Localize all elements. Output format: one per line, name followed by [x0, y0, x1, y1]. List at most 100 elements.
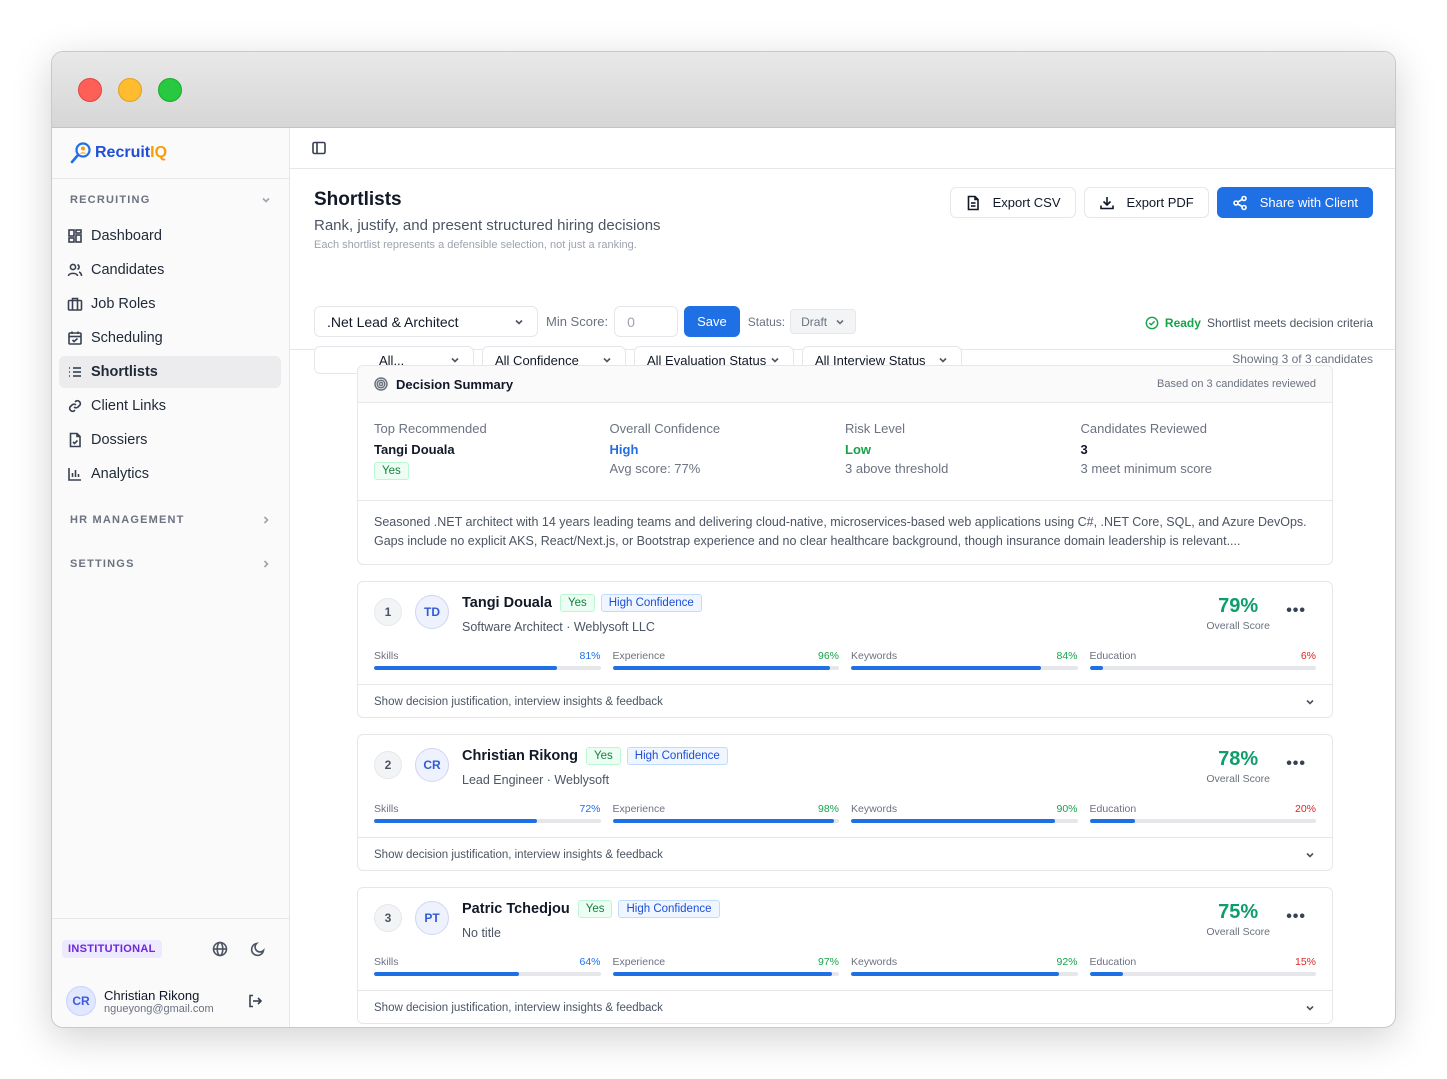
section-recruiting[interactable]: RECRUITING — [52, 182, 289, 218]
kpi-label: Risk Level — [845, 421, 905, 436]
target-icon — [374, 377, 388, 391]
sidebar-item-scheduling[interactable]: Scheduling — [59, 322, 281, 354]
export-csv-label: Export CSV — [992, 195, 1061, 210]
kpi-sub: Avg score: 77% — [609, 461, 701, 476]
minimize-window-button[interactable] — [118, 78, 142, 102]
metric-bar-fill — [612, 819, 835, 823]
ready-text: Shortlist meets decision criteria — [1206, 316, 1373, 330]
candidate-card: 2 CR Christian Rikong Yes High Confidenc… — [357, 734, 1333, 871]
min-score-input[interactable]: 0 — [614, 306, 679, 337]
metric-bar-fill — [851, 666, 1042, 670]
sidebar-item-client-links[interactable]: Client Links — [59, 390, 281, 422]
kpi-value: Low — [845, 442, 871, 457]
metric-bar-fill — [1089, 972, 1124, 976]
chevron-down-icon — [1306, 852, 1314, 858]
metric-bar — [374, 819, 601, 823]
maximize-window-button[interactable] — [158, 78, 182, 102]
sidebar-item-label: Analytics — [91, 466, 150, 482]
sidebar-item-dossiers[interactable]: Dossiers — [59, 424, 281, 456]
expand-justification-toggle[interactable]: Show decision justification, interview i… — [358, 685, 1332, 718]
chevron-right-icon — [263, 560, 269, 568]
logo-magnifier-icon — [70, 142, 91, 164]
section-hr-management[interactable]: HR MANAGEMENT — [52, 502, 289, 538]
section-settings[interactable]: SETTINGS — [52, 546, 289, 582]
metric-value: 81% — [579, 650, 601, 662]
sidebar-item-shortlists[interactable]: Shortlists — [59, 356, 281, 388]
candidate-rank: 2 — [374, 751, 402, 779]
app-window: RecruitIQ RECRUITING Dashboard Candidate… — [51, 51, 1396, 1028]
overall-score-value: 78% — [1218, 748, 1259, 770]
candidate-name[interactable]: Patric Tchedjou — [462, 901, 570, 917]
chevron-down-icon — [515, 319, 523, 325]
chart-icon — [68, 468, 81, 481]
sidebar-item-candidates[interactable]: Candidates — [59, 254, 281, 286]
more-options-icon[interactable]: ••• — [1286, 755, 1306, 773]
more-options-icon[interactable]: ••• — [1286, 908, 1306, 926]
metric-skills: Skills 72% — [374, 803, 601, 823]
metric-bar-fill — [851, 819, 1055, 823]
save-button[interactable]: Save — [684, 306, 740, 337]
metric-label: Keywords — [851, 956, 898, 968]
moon-icon[interactable] — [250, 941, 266, 957]
candidate-name[interactable]: Christian Rikong — [462, 748, 578, 764]
logout-icon[interactable] — [247, 993, 263, 1009]
users-icon — [67, 263, 83, 277]
kpi-value: High — [609, 442, 639, 457]
file-text-icon — [967, 195, 979, 210]
sidebar-item-dashboard[interactable]: Dashboard — [59, 220, 281, 252]
status-select[interactable]: Draft — [790, 309, 857, 334]
candidate-avatar[interactable]: TD — [415, 595, 449, 629]
download-icon — [1099, 196, 1114, 209]
brand-name: Recruit — [95, 144, 151, 161]
kpi-candidates-reviewed: Candidates Reviewed 3 3 meet minimum sco… — [1081, 421, 1317, 500]
main-content: Shortlists Rank, justify, and present st… — [290, 128, 1395, 1027]
check-circle-icon — [1145, 316, 1159, 330]
kpi-value: Tangi Douala — [374, 442, 455, 457]
more-options-icon[interactable]: ••• — [1286, 602, 1306, 620]
metric-bar-fill — [374, 666, 558, 670]
candidate-avatar[interactable]: CR — [415, 748, 449, 782]
metric-keywords: Keywords 84% — [851, 650, 1078, 670]
kpi-risk-level: Risk Level Low 3 above threshold — [845, 421, 1081, 500]
sidebar-item-label: Job Roles — [91, 296, 156, 312]
metric-experience: Experience 98% — [612, 803, 839, 823]
status-label: Status: — [747, 314, 786, 329]
metric-bar-fill — [1089, 666, 1104, 670]
sidebar-toggle-icon[interactable] — [311, 140, 327, 156]
expand-justification-toggle[interactable]: Show decision justification, interview i… — [358, 838, 1332, 871]
expand-label: Show decision justification, interview i… — [374, 1001, 663, 1014]
avatar[interactable]: CR — [66, 986, 96, 1016]
metric-value: 20% — [1294, 803, 1316, 815]
list-icon — [69, 367, 81, 377]
confidence-badge: High Confidence — [600, 594, 702, 612]
role-select[interactable]: .Net Lead & Architect — [314, 306, 538, 337]
status-value: Draft — [801, 314, 828, 329]
sidebar-item-job-roles[interactable]: Job Roles — [59, 288, 281, 320]
kpi-label: Overall Confidence — [609, 421, 721, 436]
export-pdf-button[interactable]: Export PDF — [1083, 187, 1209, 218]
chevron-down-icon — [1306, 1005, 1314, 1011]
chevron-down-icon — [1306, 699, 1314, 705]
candidate-title: Lead Engineer · Weblysoft — [462, 773, 610, 787]
logo[interactable]: RecruitIQ — [52, 128, 289, 179]
expand-label: Show decision justification, interview i… — [374, 695, 663, 708]
briefcase-icon — [67, 297, 83, 311]
share-with-client-button[interactable]: Share with Client — [1216, 187, 1373, 218]
kpi-sub: 3 above threshold — [845, 461, 949, 476]
sidebar-item-analytics[interactable]: Analytics — [59, 458, 281, 490]
top-bar — [290, 128, 1395, 169]
metric-education: Education 15% — [1089, 956, 1316, 976]
plan-badge: INSTITUTIONAL — [62, 940, 162, 958]
candidate-name[interactable]: Tangi Douala — [462, 595, 552, 611]
showing-count: Showing 3 of 3 candidates — [1232, 352, 1373, 366]
candidate-rank: 1 — [374, 598, 402, 626]
close-window-button[interactable] — [78, 78, 102, 102]
export-csv-button[interactable]: Export CSV — [949, 187, 1076, 218]
page-header: Shortlists Rank, justify, and present st… — [290, 169, 1395, 374]
expand-justification-toggle[interactable]: Show decision justification, interview i… — [358, 991, 1332, 1024]
link-icon — [68, 399, 82, 413]
candidate-avatar[interactable]: PT — [415, 901, 449, 935]
metric-bar-fill — [1089, 819, 1135, 823]
globe-icon[interactable] — [212, 941, 228, 957]
confidence-badge: High Confidence — [626, 747, 728, 765]
